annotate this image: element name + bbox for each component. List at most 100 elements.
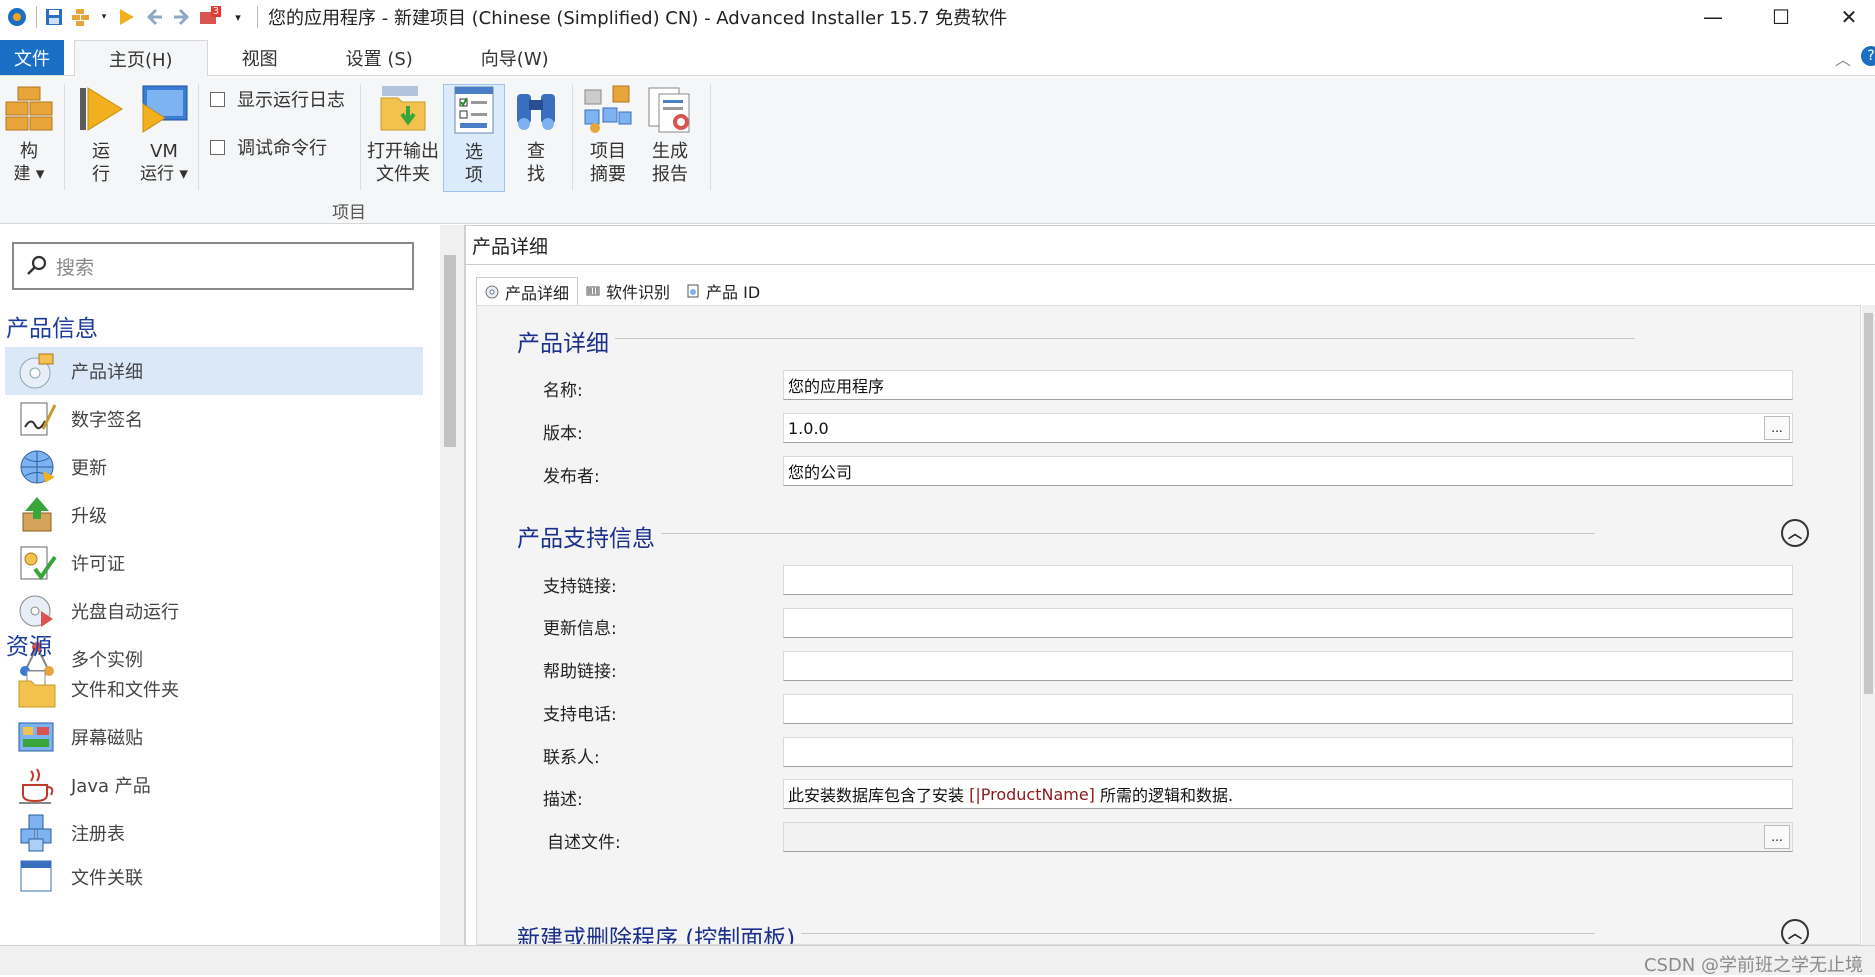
file-association-icon bbox=[20, 860, 52, 892]
show-log-checkbox[interactable]: 显示运行日志 bbox=[210, 86, 345, 112]
checkbox-box[interactable] bbox=[210, 139, 225, 155]
minimize-button[interactable]: — bbox=[1676, 0, 1750, 34]
files-folders-icon bbox=[18, 670, 56, 708]
save-icon[interactable] bbox=[43, 6, 65, 28]
sidebar-item-screen-tiles[interactable]: 屏幕磁贴 bbox=[5, 713, 423, 761]
support-link-field[interactable] bbox=[783, 565, 1793, 595]
notifications-icon[interactable]: 3 bbox=[199, 6, 221, 28]
screen-tiles-icon bbox=[18, 722, 54, 752]
build-quick-icon[interactable] bbox=[71, 6, 93, 28]
subtab-software-id[interactable]: 软件识别 bbox=[578, 277, 678, 305]
search-placeholder: 搜索 bbox=[56, 256, 95, 279]
project-summary-button[interactable]: 项目 摘要 bbox=[580, 84, 636, 186]
product-details-icon bbox=[19, 353, 54, 389]
field-label-support-link: 支持链接: bbox=[543, 577, 617, 597]
tab-settings[interactable]: 设置 (S) bbox=[312, 40, 447, 75]
sidebar-item-registry[interactable]: 注册表 bbox=[5, 809, 423, 857]
forward-arrow-icon[interactable] bbox=[171, 6, 193, 28]
generate-report-button[interactable]: 生成 报告 bbox=[642, 84, 698, 186]
ribbon-separator bbox=[360, 84, 361, 190]
version-browse-button[interactable]: ... bbox=[1764, 416, 1790, 440]
collapse-section-icon[interactable]: ︿ bbox=[1781, 919, 1809, 944]
build-bricks-icon bbox=[5, 86, 53, 131]
upgrade-box-icon bbox=[22, 497, 52, 532]
build-button[interactable]: 构 建 ▾ bbox=[4, 84, 54, 186]
category-resources: 资源 bbox=[6, 634, 52, 660]
tab-file[interactable]: 文件 bbox=[0, 40, 64, 75]
options-label-1: 选 bbox=[465, 142, 483, 163]
build-label-2: 建 ▾ bbox=[13, 164, 45, 184]
vm-run-button[interactable]: VM 运行 ▾ bbox=[138, 84, 190, 186]
field-value: 您的应用程序 bbox=[788, 377, 885, 396]
find-button[interactable]: 查 找 bbox=[510, 84, 562, 186]
dropdown-arrow-icon[interactable]: ▾ bbox=[99, 6, 109, 28]
help-link-field[interactable] bbox=[783, 651, 1793, 681]
field-value: 您的公司 bbox=[788, 463, 853, 482]
contact-field[interactable] bbox=[783, 737, 1793, 767]
watermark-text: CSDN @学前班之学无止境 bbox=[1643, 955, 1863, 976]
run-button[interactable]: 运 行 bbox=[76, 84, 126, 186]
open-output-folder-button[interactable]: 打开输出 文件夹 bbox=[366, 84, 440, 186]
maximize-button[interactable]: ☐ bbox=[1744, 0, 1818, 34]
version-field[interactable]: 1.0.0 ... bbox=[783, 413, 1793, 443]
subtab-product-id[interactable]: 产品 ID bbox=[678, 277, 768, 305]
sidebar-item-product-details[interactable]: 产品详细 bbox=[5, 347, 423, 395]
update-info-field[interactable] bbox=[783, 608, 1793, 638]
field-label-support-phone: 支持电话: bbox=[543, 705, 617, 725]
sidebar-item-upgrade[interactable]: 升级 bbox=[5, 491, 423, 539]
customize-toolbar-icon[interactable]: ▾ bbox=[227, 6, 249, 28]
back-arrow-icon[interactable] bbox=[143, 6, 165, 28]
sidebar-item-license[interactable]: 许可证 bbox=[5, 539, 423, 587]
show-log-label: 显示运行日志 bbox=[237, 90, 345, 111]
updates-globe-icon bbox=[20, 450, 55, 484]
collapse-section-icon[interactable]: ︿ bbox=[1781, 519, 1809, 547]
ribbon-separator bbox=[710, 84, 711, 190]
readme-field[interactable]: ... bbox=[783, 822, 1793, 852]
open-output-label-1: 打开输出 bbox=[367, 141, 439, 162]
field-label-description: 描述: bbox=[543, 790, 583, 810]
sidebar-item-digital-signature[interactable]: 数字签名 bbox=[5, 395, 423, 443]
tab-wizard[interactable]: 向导(W) bbox=[447, 40, 583, 75]
sidebar-item-label: 文件关联 bbox=[71, 868, 143, 889]
section-title-control-panel: 新建或删除程序 (控制面板) bbox=[517, 919, 802, 944]
support-phone-field[interactable] bbox=[783, 694, 1793, 724]
sidebar-item-files-folders[interactable]: 文件和文件夹 bbox=[5, 665, 423, 713]
description-field[interactable]: 此安装数据库包含了安装 [|ProductName] 所需的逻辑和数据. bbox=[783, 779, 1793, 809]
sidebar-item-label: 光盘自动运行 bbox=[71, 602, 179, 623]
checkbox-box[interactable] bbox=[210, 91, 225, 107]
sidebar-item-label: Java 产品 bbox=[71, 776, 151, 797]
publisher-field[interactable]: 您的公司 bbox=[783, 456, 1793, 486]
field-label-contact: 联系人: bbox=[543, 748, 600, 768]
sidebar-item-cd-autorun[interactable]: 光盘自动运行 bbox=[5, 587, 423, 635]
field-label-readme: 自述文件: bbox=[547, 833, 621, 853]
summary-label-2: 摘要 bbox=[590, 164, 626, 185]
barcode-icon bbox=[586, 286, 600, 296]
sidebar-item-java-products[interactable]: Java 产品 bbox=[5, 761, 423, 809]
sidebar-item-label: 产品详细 bbox=[71, 362, 143, 383]
debug-cmd-checkbox[interactable]: 调试命令行 bbox=[210, 134, 327, 160]
sidebar-item-file-association[interactable]: 文件关联 bbox=[5, 857, 423, 897]
debug-cmd-label: 调试命令行 bbox=[237, 138, 327, 159]
ribbon-separator bbox=[198, 84, 199, 190]
product-id-icon bbox=[687, 284, 699, 298]
run-quick-icon[interactable] bbox=[115, 6, 137, 28]
options-button[interactable]: 选 项 bbox=[443, 84, 505, 192]
search-input[interactable]: 搜索 bbox=[12, 242, 414, 290]
left-panel-scrollbar[interactable] bbox=[440, 225, 464, 945]
tab-view[interactable]: 视图 bbox=[208, 40, 312, 75]
subtab-product-details[interactable]: 产品详细 bbox=[476, 277, 579, 305]
close-button[interactable]: ✕ bbox=[1812, 0, 1875, 34]
collapse-ribbon-icon[interactable]: ︿ bbox=[1835, 46, 1851, 70]
readme-browse-button[interactable]: ... bbox=[1764, 825, 1790, 849]
help-icon[interactable]: ? bbox=[1861, 46, 1875, 66]
name-field[interactable]: 您的应用程序 bbox=[783, 370, 1793, 400]
license-key-icon bbox=[20, 546, 57, 581]
tab-home[interactable]: 主页(H) bbox=[74, 40, 208, 76]
content-scrollbar[interactable] bbox=[1862, 305, 1875, 945]
sidebar-item-updates[interactable]: 更新 bbox=[5, 443, 423, 491]
main-content-area: 产品详细 产品详细 软件识别 产品 ID 产品详细 名称: 您的应用程序 版本:… bbox=[466, 225, 1875, 945]
scrollbar-thumb[interactable] bbox=[1864, 313, 1873, 694]
sidebar-item-label: 注册表 bbox=[71, 824, 125, 845]
scrollbar-thumb[interactable] bbox=[444, 255, 456, 447]
open-folder-icon bbox=[380, 86, 426, 131]
